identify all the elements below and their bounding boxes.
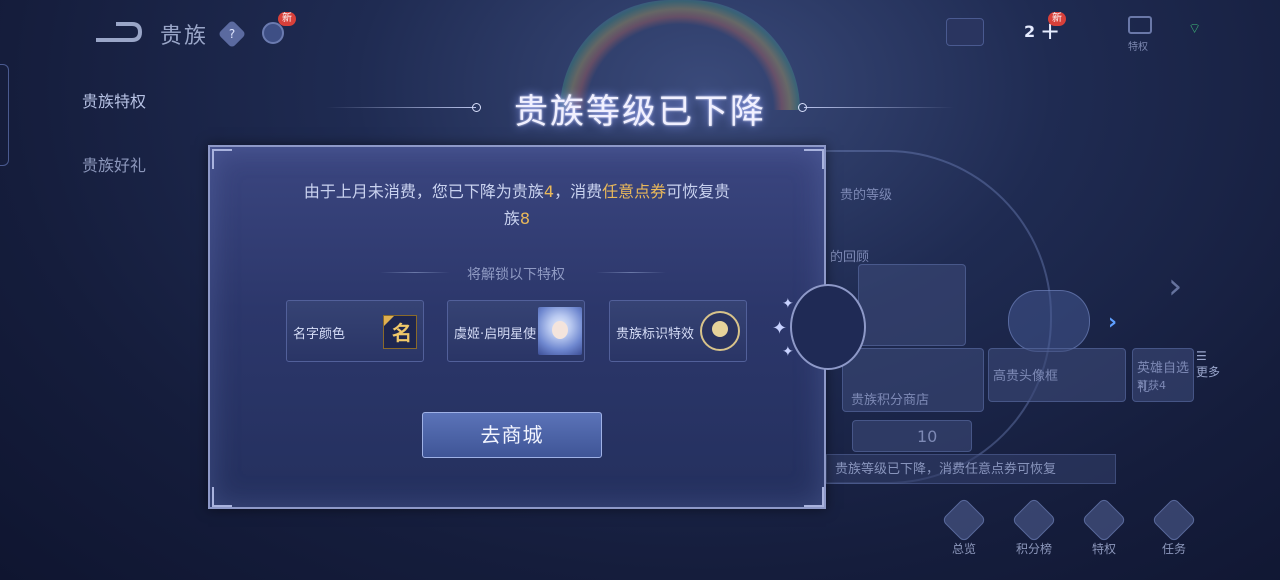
sparkle-icon: ✦ (782, 344, 794, 360)
name-color-icon: 名 (383, 315, 417, 349)
privilege-name-color[interactable]: 名字颜色 名 (286, 300, 424, 362)
overview-icon (941, 497, 987, 543)
privilege-icon[interactable] (1128, 16, 1152, 34)
page-title: 贵族 (160, 24, 209, 49)
new-badge: 新 (278, 12, 296, 26)
currency-count: 2 (1024, 22, 1036, 41)
help-icon[interactable]: ? (217, 19, 247, 49)
wifi-icon: ⌔ (1188, 21, 1202, 37)
dialog-title: 贵族等级已下降 (514, 92, 766, 132)
leaderboard-icon (1011, 497, 1057, 543)
bg-shop-tile: 贵族积分商店 (842, 348, 984, 412)
sparkle-icon: ✦ (772, 318, 788, 339)
bg-frame-tile: 高贵头像框 (988, 348, 1126, 402)
next-arrow-icon[interactable]: › (1168, 266, 1182, 307)
corner-ornament (212, 487, 232, 507)
go-to-shop-button[interactable]: 去商城 (422, 412, 602, 458)
unlock-heading: 将解锁以下特权 (467, 267, 565, 283)
nav-tasks[interactable]: 任务 (1144, 497, 1204, 557)
tasks-icon (1151, 497, 1197, 543)
level-knob[interactable] (1008, 290, 1090, 352)
privilege-hero-skin[interactable]: 虞姬·启明星使 (447, 300, 585, 362)
privilege-tab-icon (1081, 497, 1127, 543)
nav-leaderboard[interactable]: 积分榜 (1004, 497, 1064, 557)
more-button[interactable]: ☰ 更多 (1196, 348, 1226, 408)
dialog-notch (790, 284, 866, 370)
nav-privilege[interactable]: 特权 (1074, 497, 1134, 557)
privilege-noble-emblem[interactable]: 贵族标识特效 (609, 300, 747, 362)
bg-sub-label: 的回顾 (830, 250, 870, 265)
bg-reward-tile (858, 264, 966, 346)
noble-emblem-icon (700, 311, 740, 351)
coupon-icon[interactable] (946, 18, 984, 46)
dialog-message: 由于上月未消费，您已下降为贵族4，消费任意点券可恢复贵 族8 (303, 182, 731, 228)
corner-ornament (804, 487, 824, 507)
corner-ornament (212, 149, 232, 169)
chevron-right-icon[interactable]: › (1108, 310, 1117, 335)
bg-level-label: 贵的等级 (840, 188, 893, 203)
privilege-label: 特权 (1128, 42, 1148, 53)
nav-overview[interactable]: 总览 (934, 497, 994, 557)
sidebar-item-noble-gifts[interactable]: 贵族好礼 (82, 152, 146, 176)
hero-skin-avatar (538, 307, 582, 355)
sparkle-icon: ✦ (782, 296, 794, 312)
bg-hero-tile: 英雄自选礼 可获4 (1132, 348, 1194, 402)
back-arrow-icon[interactable] (92, 20, 144, 46)
new-badge: 新 (1048, 12, 1066, 26)
gift-icon[interactable] (262, 22, 284, 44)
bg-notice: 贵族等级已下降，消费任意点券可恢复 (826, 454, 1116, 484)
unlock-divider-right (596, 272, 666, 273)
bg-counter: 10 (852, 420, 972, 452)
corner-ornament (804, 149, 824, 169)
